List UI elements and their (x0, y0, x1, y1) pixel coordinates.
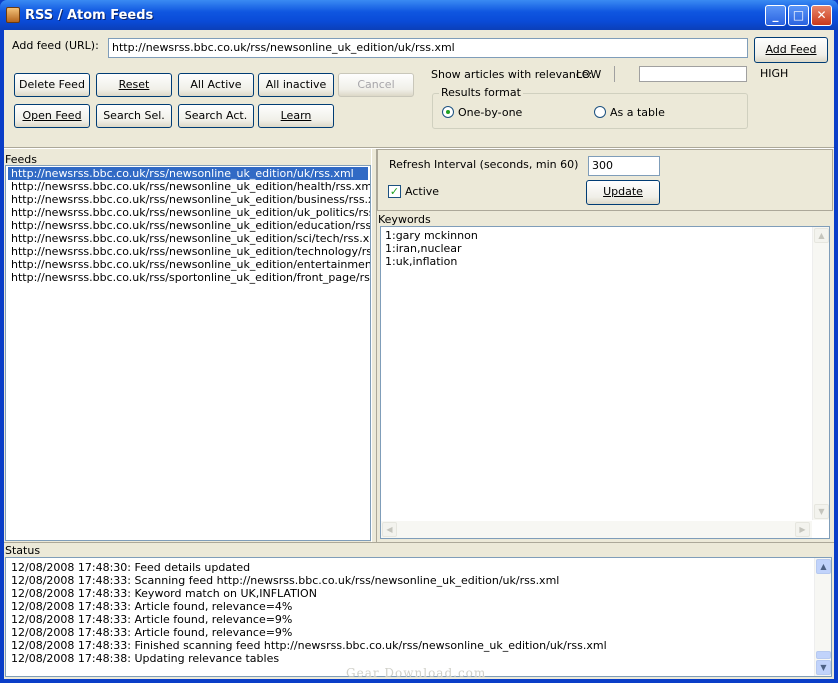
results-format-group: Results format One-by-one As a table (432, 86, 748, 129)
app-window: RSS / Atom Feeds _ □ ✕ Add feed (URL): h… (0, 0, 838, 683)
feed-item[interactable]: http://newsrss.bbc.co.uk/rss/newsonline_… (8, 180, 370, 193)
active-label: Active (405, 185, 440, 198)
feed-item[interactable]: http://newsrss.bbc.co.uk/rss/newsonline_… (8, 219, 370, 232)
client-area: Add feed (URL): http://newsrss.bbc.co.uk… (4, 30, 834, 680)
one-by-one-label: One-by-one (458, 106, 523, 119)
keywords-vertical-scrollbar[interactable]: ▲ ▼ (812, 227, 829, 520)
add-feed-label: Add feed (URL): (12, 39, 99, 52)
watermark: Gear Download.com (346, 666, 487, 680)
relevance-label: Show articles with relevance: (431, 68, 593, 81)
scroll-up-arrow-icon[interactable]: ▲ (816, 559, 831, 574)
maximize-button[interactable]: □ (788, 5, 809, 26)
status-line: 12/08/2008 17:48:33: Article found, rele… (11, 613, 293, 626)
relevance-low-label: LOW (576, 68, 602, 81)
cancel-button[interactable]: Cancel (338, 73, 414, 97)
learn-button-label: Learn (280, 109, 312, 122)
radio-as-table[interactable] (594, 106, 606, 118)
status-line: 12/08/2008 17:48:33: Scanning feed http:… (11, 574, 560, 587)
status-line: 12/08/2008 17:48:30: Feed details update… (11, 561, 251, 574)
delete-feed-button[interactable]: Delete Feed (14, 73, 90, 97)
refresh-interval-input[interactable]: 300 (588, 156, 660, 176)
feed-item[interactable]: http://newsrss.bbc.co.uk/rss/newsonline_… (8, 193, 370, 206)
status-line: 12/08/2008 17:48:38: Updating relevance … (11, 652, 280, 665)
reset-button-label: Reset (118, 78, 150, 91)
update-button[interactable]: Update (586, 180, 660, 205)
all-active-button[interactable]: All Active (178, 73, 254, 97)
status-line: 12/08/2008 17:48:33: Finished scanning f… (11, 639, 607, 652)
active-checkbox[interactable]: ✓ (388, 185, 401, 198)
status-label: Status (5, 544, 41, 557)
keyword-line: 1:uk,inflation (385, 255, 458, 268)
status-vertical-scrollbar[interactable]: ▲ ▼ (814, 558, 831, 676)
keyword-line: 1:gary mckinnon (385, 229, 478, 242)
feed-item[interactable]: http://newsrss.bbc.co.uk/rss/newsonline_… (8, 167, 368, 180)
status-line: 12/08/2008 17:48:33: Article found, rele… (11, 600, 293, 613)
status-log[interactable]: 12/08/2008 17:48:30: Feed details update… (5, 557, 832, 677)
all-inactive-button[interactable]: All inactive (258, 73, 334, 97)
add-feed-button[interactable]: Add Feed (754, 37, 828, 63)
relevance-high-label: HIGH (760, 67, 789, 80)
open-feed-button[interactable]: Open Feed (14, 104, 90, 128)
status-line: 12/08/2008 17:48:33: Article found, rele… (11, 626, 293, 639)
learn-button[interactable]: Learn (258, 104, 334, 128)
results-format-title: Results format (439, 86, 523, 99)
horizontal-splitter[interactable] (4, 542, 834, 544)
refresh-interval-label: Refresh Interval (seconds, min 60) (389, 158, 579, 171)
scroll-left-arrow-icon[interactable]: ◀ (382, 522, 397, 537)
minimize-button[interactable]: _ (765, 5, 786, 26)
scroll-down-arrow-icon[interactable]: ▼ (816, 660, 831, 675)
search-selected-button[interactable]: Search Sel. (96, 104, 172, 128)
status-line: 12/08/2008 17:48:33: Keyword match on UK… (11, 587, 317, 600)
keywords-label: Keywords (378, 213, 431, 226)
feed-url-input[interactable]: http://newsrss.bbc.co.uk/rss/newsonline_… (108, 38, 748, 58)
scroll-down-arrow-icon[interactable]: ▼ (814, 504, 829, 519)
window-title: RSS / Atom Feeds (25, 8, 154, 23)
keyword-line: 1:iran,nuclear (385, 242, 462, 255)
relevance-slider[interactable] (614, 66, 747, 82)
add-feed-button-label: Add Feed (765, 43, 817, 56)
reset-button[interactable]: Reset (96, 73, 172, 97)
feed-details-panel: Refresh Interval (seconds, min 60) 300 ✓… (377, 149, 833, 211)
feed-item[interactable]: http://newsrss.bbc.co.uk/rss/newsonline_… (8, 258, 370, 271)
feed-item[interactable]: http://newsrss.bbc.co.uk/rss/newsonline_… (8, 232, 370, 245)
feed-item[interactable]: http://newsrss.bbc.co.uk/rss/sportonline… (8, 271, 370, 284)
search-active-button[interactable]: Search Act. (178, 104, 254, 128)
feed-item[interactable]: http://newsrss.bbc.co.uk/rss/newsonline_… (8, 206, 370, 219)
radio-one-by-one[interactable] (442, 106, 454, 118)
keywords-textarea[interactable]: 1:gary mckinnon 1:iran,nuclear 1:uk,infl… (380, 226, 830, 539)
status-scroll-thumb[interactable] (816, 651, 831, 659)
feeds-list[interactable]: http://newsrss.bbc.co.uk/rss/newsonline_… (5, 165, 371, 541)
feed-item[interactable]: http://newsrss.bbc.co.uk/rss/newsonline_… (8, 245, 370, 258)
update-button-label: Update (603, 185, 643, 198)
as-table-label: As a table (610, 106, 665, 119)
close-button[interactable]: ✕ (811, 5, 832, 26)
title-bar[interactable]: RSS / Atom Feeds _ □ ✕ (0, 0, 838, 30)
open-feed-button-label: Open Feed (22, 109, 82, 122)
app-icon (6, 7, 20, 23)
keywords-horizontal-scrollbar[interactable]: ◀ ▶ (381, 521, 812, 538)
scroll-up-arrow-icon[interactable]: ▲ (814, 228, 829, 243)
relevance-slider-thumb[interactable] (615, 66, 640, 82)
scroll-right-arrow-icon[interactable]: ▶ (795, 522, 810, 537)
